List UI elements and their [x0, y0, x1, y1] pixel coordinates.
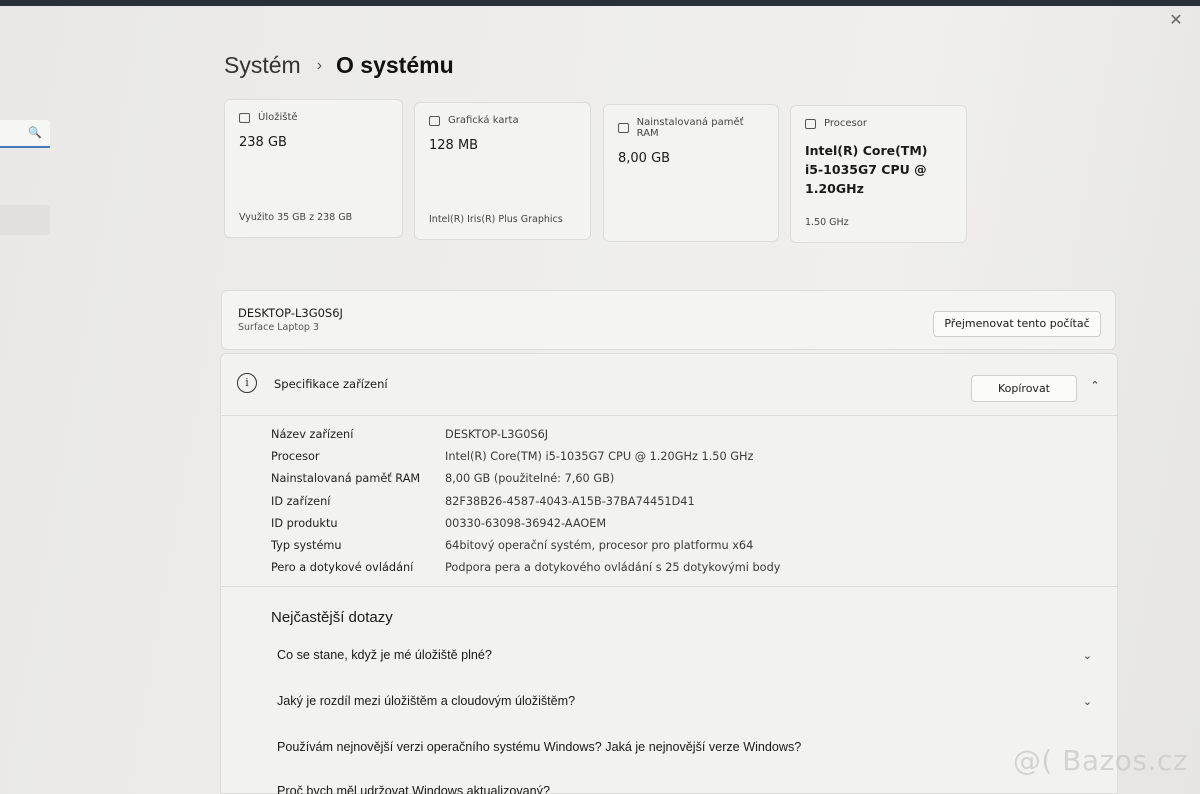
spec-row: ID zařízení 82F38B26-4587-4043-A15B-37BA7…	[271, 490, 780, 512]
spec-label: ID zařízení	[271, 494, 331, 508]
device-name-card: DESKTOP-L3G0S6J Surface Laptop 3 Přejmen…	[221, 290, 1116, 350]
spec-value: 82F38B26-4587-4043-A15B-37BA74451D41	[445, 494, 695, 508]
specifications-header[interactable]: i Specifikace zařízení Kopírovat ⌃	[221, 354, 1117, 416]
search-icon[interactable]: 🔍	[28, 126, 42, 139]
close-icon[interactable]: ✕	[1166, 10, 1186, 30]
storage-label: Úložiště	[258, 112, 298, 123]
breadcrumb-parent[interactable]: Systém	[224, 52, 301, 79]
cpu-label: Procesor	[824, 118, 867, 129]
spec-label: Název zařízení	[271, 427, 354, 441]
spec-value: 00330-63098-36942-AAOEM	[445, 516, 607, 530]
device-model: Surface Laptop 3	[238, 322, 319, 333]
sidebar-search-input[interactable]: 🔍	[0, 120, 50, 148]
page-title: O systému	[336, 52, 454, 78]
faq-question: Používám nejnovější verzi operačního sys…	[277, 740, 802, 754]
spec-label: Pero a dotykové ovládání	[271, 561, 414, 575]
spec-row: ID produktu 00330-63098-36942-AAOEM	[271, 512, 780, 534]
cpu-tile[interactable]: Procesor Intel(R) Core(TM) i5-1035G7 CPU…	[790, 105, 967, 243]
cpu-icon	[805, 118, 816, 129]
gpu-value: 128 MB	[429, 138, 479, 153]
divider	[221, 586, 1117, 587]
faq-item[interactable]: Používám nejnovější verzi operačního sys…	[277, 740, 1092, 754]
faq-item[interactable]: Proč bych měl udržovat Windows aktualizo…	[277, 784, 1092, 794]
device-specifications-card: i Specifikace zařízení Kopírovat ⌃ Název…	[220, 353, 1118, 794]
chevron-right-icon: ›	[316, 56, 323, 74]
faq-question: Proč bych měl udržovat Windows aktualizo…	[277, 784, 550, 794]
spec-row: Název zařízení DESKTOP-L3G0S6J	[271, 423, 780, 445]
storage-icon	[239, 112, 250, 123]
spec-row: Pero a dotykové ovládání Podpora pera a d…	[271, 557, 780, 579]
storage-usage: Využito 35 GB z 238 GB	[239, 212, 353, 223]
spec-value: Intel(R) Core(TM) i5-1035G7 CPU @ 1.20GH…	[445, 449, 754, 463]
device-name: DESKTOP-L3G0S6J	[238, 306, 343, 320]
gpu-label: Grafická karta	[448, 115, 519, 126]
spec-label: Typ systému	[271, 539, 342, 553]
faq-item[interactable]: Jaký je rozdíl mezi úložištěm a cloudový…	[277, 694, 1092, 708]
spec-label: ID produktu	[271, 516, 338, 530]
watermark: @( Bazos.cz	[1012, 744, 1188, 777]
faq-item[interactable]: Co se stane, když je mé úložiště plné? ⌄	[277, 648, 1092, 662]
rename-pc-button[interactable]: Přejmenovat tento počítač	[933, 311, 1101, 337]
sidebar-item-selected[interactable]	[0, 205, 50, 235]
specifications-list: Název zařízení DESKTOP-L3G0S6J Procesor In…	[271, 423, 780, 579]
ram-value: 8,00 GB	[618, 151, 671, 166]
storage-tile[interactable]: Úložiště 238 GB Využito 35 GB z 238 GB	[224, 99, 403, 238]
cpu-speed: 1.50 GHz	[805, 217, 849, 228]
spec-value: 8,00 GB (použitelné: 7,60 GB)	[445, 472, 615, 486]
specifications-title: Specifikace zařízení	[274, 377, 388, 391]
chevron-up-icon[interactable]: ⌃	[1087, 379, 1103, 395]
spec-label: Nainstalovaná paměť RAM	[271, 472, 421, 486]
faq-question: Jaký je rozdíl mezi úložištěm a cloudový…	[277, 694, 576, 708]
spec-row: Typ systému 64bitový operační systém, pro…	[271, 534, 780, 556]
info-icon: i	[237, 373, 257, 393]
spec-label: Procesor	[271, 449, 320, 463]
gpu-tile[interactable]: Grafická karta 128 MB Intel(R) Iris(R) P…	[414, 102, 591, 240]
gpu-icon	[429, 115, 440, 126]
cpu-value-line: Intel(R) Core(TM)	[805, 143, 928, 158]
ram-label: Nainstalovaná paměť RAM	[636, 117, 744, 139]
breadcrumb: Systém › O systému	[224, 52, 454, 79]
spec-value: DESKTOP-L3G0S6J	[445, 427, 549, 441]
chevron-down-icon[interactable]: ⌄	[1083, 695, 1092, 708]
window-top-edge	[0, 0, 1200, 6]
cpu-value-line: i5-1035G7 CPU @	[805, 162, 927, 177]
spec-row: Nainstalovaná paměť RAM 8,00 GB (použitel…	[271, 468, 780, 490]
faq-question: Co se stane, když je mé úložiště plné?	[277, 648, 492, 662]
ram-icon	[618, 123, 629, 133]
spec-row: Procesor Intel(R) Core(TM) i5-1035G7 CPU …	[271, 445, 780, 467]
ram-tile[interactable]: Nainstalovaná paměť RAM 8,00 GB	[603, 104, 779, 242]
faq-title: Nejčastější dotazy	[271, 609, 393, 626]
storage-value: 238 GB	[239, 135, 287, 150]
cpu-value: Intel(R) Core(TM) i5-1035G7 CPU @ 1.20GH…	[805, 141, 952, 198]
copy-button[interactable]: Kopírovat	[971, 375, 1077, 402]
spec-value: Podpora pera a dotykového ovládání s 25 …	[445, 561, 781, 575]
cpu-value-line: 1.20GHz	[805, 181, 864, 196]
chevron-down-icon[interactable]: ⌄	[1083, 649, 1092, 662]
spec-value: 64bitový operační systém, procesor pro p…	[445, 539, 754, 553]
gpu-name: Intel(R) Iris(R) Plus Graphics	[429, 214, 563, 225]
